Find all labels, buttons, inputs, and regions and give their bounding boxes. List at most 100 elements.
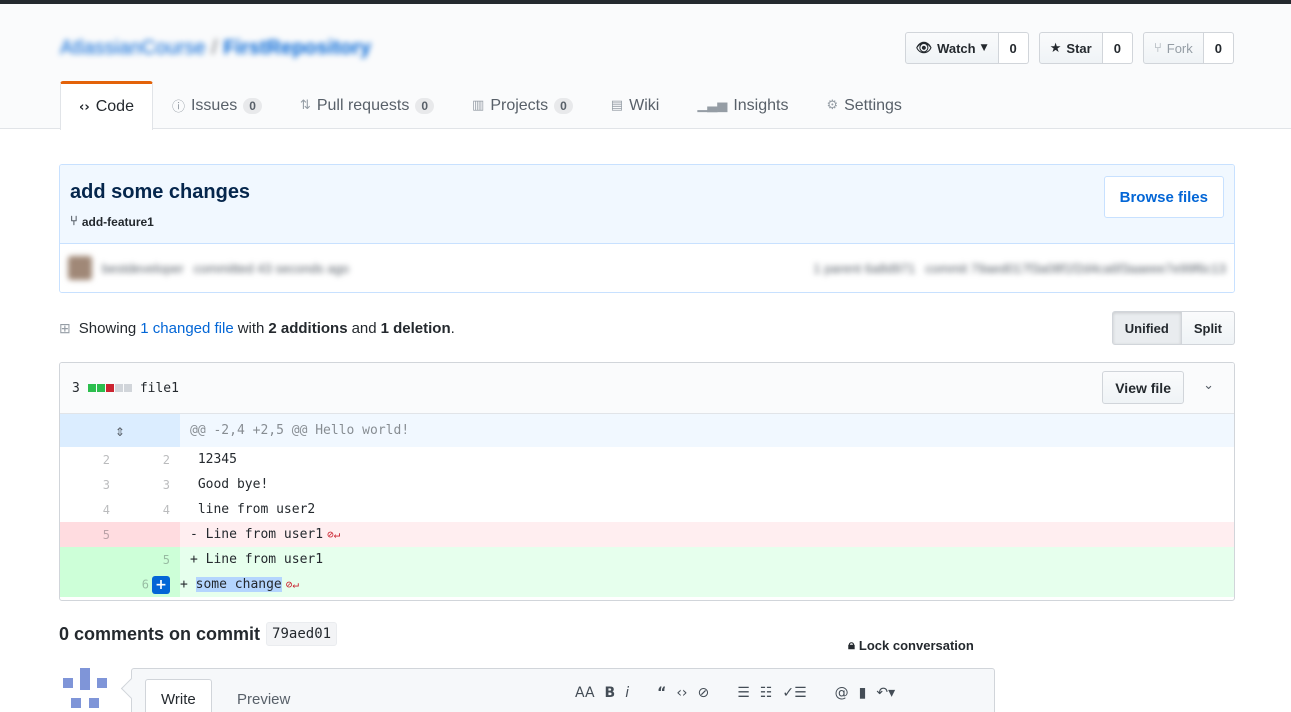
browse-files-button[interactable]: Browse files xyxy=(1103,176,1224,218)
lock-icon: 🔒︎ xyxy=(848,638,855,653)
diff-table: ⇕ @@ -2,4 +2,5 @@ Hello world! 2 2 12345… xyxy=(60,414,1234,597)
watch-button[interactable]: 👁 Watch ▼ xyxy=(904,32,999,64)
old-line-number[interactable]: 5 xyxy=(60,522,120,547)
tab-label: Wiki xyxy=(629,96,660,114)
old-line-number[interactable] xyxy=(60,547,120,572)
header-icon[interactable]: AA xyxy=(575,685,595,701)
line-code: Good bye! xyxy=(190,477,269,492)
watch-count[interactable]: 0 xyxy=(998,32,1029,64)
new-line-number[interactable]: 5 xyxy=(120,547,180,572)
mention-icon[interactable]: @ xyxy=(835,685,849,701)
expand-icon[interactable]: ⇕ xyxy=(60,414,180,447)
fork-icon: ⑂ xyxy=(1153,40,1162,56)
reply-icon[interactable]: ↶▾ xyxy=(876,685,895,701)
fork-count[interactable]: 0 xyxy=(1203,32,1234,64)
code-icon: ‹› xyxy=(79,99,90,115)
star-count[interactable]: 0 xyxy=(1102,32,1133,64)
old-line-number[interactable]: 2 xyxy=(60,447,120,472)
commit-author[interactable]: bestdeveloper xyxy=(102,261,184,276)
new-line-number[interactable]: 4 xyxy=(120,497,180,522)
watch-label: Watch xyxy=(937,40,976,56)
file-header: 3 file1 View file ⌄ xyxy=(60,363,1234,414)
identicon-block xyxy=(71,698,81,708)
commit-sha: commit 79aed017f3a08f1f2d4ca6f3aaeee7e99… xyxy=(925,260,1226,276)
tab-pull-requests[interactable]: ⇅ Pull requests 0 xyxy=(281,81,453,129)
fork-button[interactable]: ⑂ Fork xyxy=(1142,32,1204,64)
star-button[interactable]: ★ Star xyxy=(1038,32,1103,64)
branch-name: add-feature1 xyxy=(81,214,154,229)
link-icon[interactable]: ⊘ xyxy=(698,685,710,701)
repo-name[interactable]: FirstRepository xyxy=(223,37,371,60)
commit-parent[interactable]: 1 parent 6a8d971 xyxy=(813,261,915,276)
line-code: + Line from user1 xyxy=(180,547,1234,572)
diffstat-block xyxy=(105,384,114,392)
tab-settings[interactable]: ⚙ Settings xyxy=(807,81,920,129)
commit-header: add some changes ⑂ add-feature1 Browse f… xyxy=(60,165,1234,244)
with-text: with xyxy=(237,319,265,337)
repo-title[interactable]: AtlassianCourse / FirstRepository xyxy=(60,36,490,60)
lock-conversation-button[interactable]: 🔒︎ Lock conversation xyxy=(848,638,974,653)
tab-code[interactable]: ‹› Code xyxy=(60,81,153,130)
tab-wiki[interactable]: ▤ Wiki xyxy=(592,81,679,129)
bold-icon[interactable]: B xyxy=(605,685,616,701)
wiki-icon: ▤ xyxy=(610,98,624,113)
bookmark-icon[interactable]: ▮ xyxy=(859,685,867,701)
tab-projects[interactable]: ▥ Projects 0 xyxy=(453,81,592,129)
identicon-block xyxy=(89,698,99,708)
diff-view-toggle: Unified Split xyxy=(1111,311,1235,345)
old-line-number[interactable]: 3 xyxy=(60,472,120,497)
file-diff: 3 file1 View file ⌄ ⇕ @@ -2,4 +2,5 @@ He… xyxy=(59,362,1235,601)
commit-branch[interactable]: ⑂ add-feature1 xyxy=(70,214,154,229)
tab-label: Projects xyxy=(490,96,549,114)
repo-actions: 👁 Watch ▼ 0 ★ Star 0 ⑂ Fork 0 xyxy=(904,32,1234,64)
new-line-number[interactable]: 2 xyxy=(120,447,180,472)
deleted-line: 5 - Line from user1 ⊘↵ xyxy=(60,522,1234,547)
repo-owner[interactable]: AtlassianCourse xyxy=(60,37,206,60)
old-line-number[interactable]: 4 xyxy=(60,497,120,522)
graph-icon: ▁▃▅ xyxy=(697,98,728,113)
add-comment-button[interactable]: + xyxy=(152,575,170,594)
code-icon[interactable]: ‹› xyxy=(676,685,687,701)
new-line-number[interactable] xyxy=(120,522,180,547)
tab-preview[interactable]: Preview xyxy=(222,679,305,712)
diff-line: 4 4 line from user2 xyxy=(60,497,1234,522)
tab-insights[interactable]: ▁▃▅ Insights xyxy=(678,81,807,129)
task-list-icon[interactable]: ✓☰ xyxy=(782,685,806,701)
commit-meta: bestdeveloper committed 43 seconds ago 1… xyxy=(60,244,1234,292)
chevron-down-icon[interactable]: ⌄ xyxy=(1203,378,1214,393)
unordered-list-icon[interactable]: ☰ xyxy=(737,685,750,701)
unified-view-button[interactable]: Unified xyxy=(1111,311,1182,345)
pull-requests-counter: 0 xyxy=(415,97,435,114)
italic-icon[interactable]: i xyxy=(625,685,629,701)
showing-text: Showing xyxy=(78,319,137,337)
line-code: - Line from user1 ⊘↵ xyxy=(180,522,1234,547)
line-code: 12345 xyxy=(190,452,237,467)
tab-label: Insights xyxy=(733,96,789,114)
diffstat-block xyxy=(96,384,105,392)
tab-issues[interactable]: ⓘ Issues 0 xyxy=(153,81,281,129)
hunk-header-row: ⇕ @@ -2,4 +2,5 @@ Hello world! xyxy=(60,414,1234,447)
author-avatar[interactable] xyxy=(68,256,92,280)
markdown-toolbar: AA B i “ ‹› ⊘ ☰ ☷ ✓☰ @ ▮ ↶▾ xyxy=(575,685,911,701)
new-line-number[interactable]: 6 + xyxy=(120,572,180,597)
avatar[interactable] xyxy=(59,668,111,712)
changed-files-link[interactable]: 1 changed file xyxy=(140,320,233,337)
tab-label: Code xyxy=(95,98,134,115)
file-changes-count: 3 xyxy=(72,380,80,396)
star-icon: ★ xyxy=(1049,40,1062,56)
split-view-button[interactable]: Split xyxy=(1181,311,1235,345)
diffstat-block xyxy=(114,384,123,392)
new-line-number[interactable]: 3 xyxy=(120,472,180,497)
ordered-list-icon[interactable]: ☷ xyxy=(760,685,773,701)
file-name[interactable]: file1 xyxy=(140,381,179,396)
no-newline-icon: ⊘↵ xyxy=(327,528,341,541)
old-line-number[interactable] xyxy=(60,572,120,597)
star-group: ★ Star 0 xyxy=(1038,32,1133,64)
quote-icon[interactable]: “ xyxy=(657,685,666,701)
view-file-button[interactable]: View file xyxy=(1102,371,1184,404)
diff-file-icon: ⊞ xyxy=(59,319,71,336)
fork-group: ⑂ Fork 0 xyxy=(1142,32,1234,64)
tab-write[interactable]: Write xyxy=(145,679,212,712)
commit-meta-blurred: bestdeveloper committed 43 seconds ago 1… xyxy=(68,256,1226,280)
tab-label: Issues xyxy=(190,96,238,114)
